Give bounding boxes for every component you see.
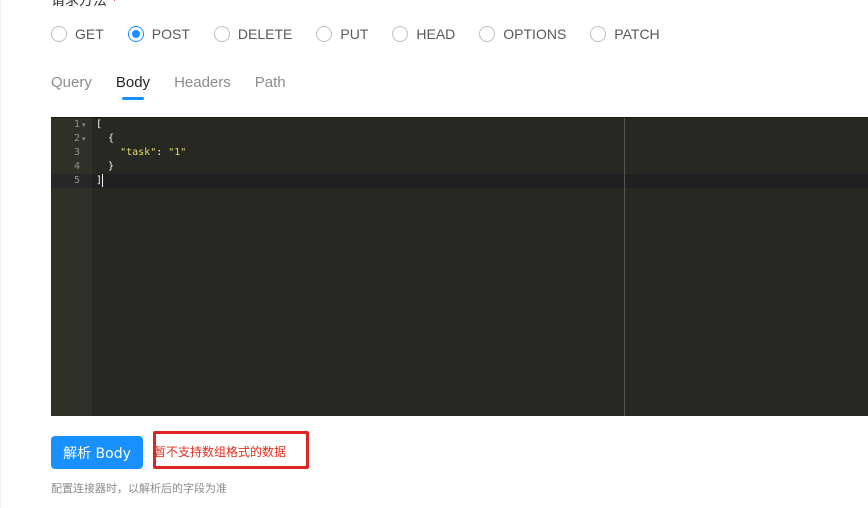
- method-radio-label: HEAD: [416, 26, 456, 42]
- method-radio-label: PATCH: [614, 26, 660, 42]
- method-radio-patch[interactable]: PATCH: [590, 24, 660, 44]
- radio-circle-icon[interactable]: [51, 26, 67, 42]
- request-method-label-text: 请求方法: [51, 0, 107, 9]
- line-number: 2: [73, 133, 80, 144]
- json-colon: :: [156, 147, 169, 158]
- method-radio-options[interactable]: OPTIONS: [479, 24, 566, 44]
- fold-arrow-icon[interactable]: ▾: [82, 118, 90, 132]
- tab-query[interactable]: Query: [51, 72, 92, 102]
- tab-path[interactable]: Path: [255, 72, 286, 102]
- line-number: 4: [73, 161, 80, 172]
- radio-checked-icon[interactable]: [127, 26, 144, 42]
- method-radio-post[interactable]: POST: [127, 24, 190, 44]
- fold-arrow-icon[interactable]: ▾: [82, 132, 90, 146]
- method-radio-delete[interactable]: DELETE: [213, 24, 293, 44]
- line-number: 3: [73, 147, 80, 158]
- line-number: 5: [73, 175, 80, 186]
- method-radio-label: POST: [151, 26, 190, 42]
- code-line: }: [96, 161, 115, 172]
- error-message: 暂不支持数组格式的数据: [154, 445, 287, 459]
- radio-circle-icon[interactable]: [479, 26, 496, 42]
- help-text: 配置连接器时，以解析后的字段为准: [51, 482, 227, 495]
- editor-active-line: [92, 174, 868, 188]
- tab-headers[interactable]: Headers: [174, 72, 231, 102]
- code-line: {: [96, 133, 115, 144]
- json-value: "1": [168, 147, 187, 158]
- radio-circle-icon[interactable]: [590, 26, 607, 42]
- code-line: ]: [96, 174, 104, 188]
- page-left-border: [0, 0, 1, 508]
- method-radio-head[interactable]: HEAD: [392, 24, 455, 44]
- request-tabs: Query Body Headers Path: [51, 72, 310, 102]
- required-mark: *: [111, 0, 118, 9]
- method-radio-label: PUT: [340, 26, 369, 42]
- method-radio-get[interactable]: GET: [51, 24, 104, 44]
- request-method-label: 请求方法 *: [51, 0, 118, 11]
- method-radio-put[interactable]: PUT: [316, 24, 368, 44]
- body-code-editor[interactable]: 1 ▾ 2 ▾ 3 4 5 [ { "task": "1" } ]: [51, 117, 868, 416]
- line-number: 1: [73, 119, 80, 130]
- radio-circle-icon[interactable]: [213, 26, 230, 42]
- code-line: "task": "1": [96, 146, 186, 160]
- code-line: [: [96, 119, 103, 130]
- method-radio-label: DELETE: [237, 26, 293, 42]
- radio-circle-icon[interactable]: [392, 26, 409, 42]
- parse-body-button[interactable]: 解析 Body: [51, 436, 143, 469]
- method-radio-label: GET: [75, 26, 104, 42]
- text-cursor: [102, 174, 104, 187]
- json-key: "task": [120, 147, 157, 158]
- radio-circle-icon[interactable]: [316, 26, 333, 42]
- tab-body[interactable]: Body: [116, 72, 150, 102]
- editor-print-margin: [624, 118, 625, 416]
- method-radio-label: OPTIONS: [503, 26, 567, 42]
- method-radio-group: GET POST DELETE PUT HEAD OPTIONS PATCH: [51, 24, 684, 44]
